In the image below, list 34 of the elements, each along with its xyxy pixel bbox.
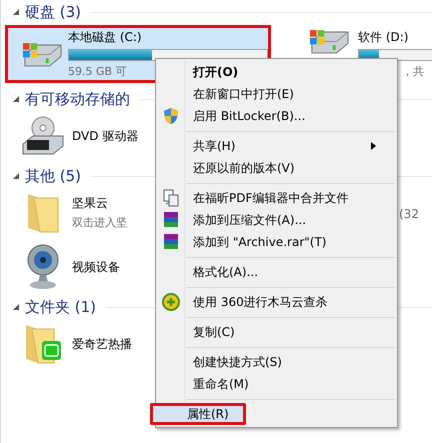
menu-item[interactable]: 属性(R) bbox=[150, 403, 246, 425]
hard-drive-icon bbox=[22, 42, 62, 66]
group-header: 硬盘 (3) bbox=[25, 2, 82, 23]
menu-item[interactable]: 使用 360进行木马云查杀 bbox=[158, 291, 395, 313]
item-name: 本地磁盘 (C:) bbox=[68, 28, 142, 46]
collapse-triangle-icon[interactable] bbox=[13, 304, 19, 310]
item-info: 59.5 GB 可 bbox=[68, 64, 127, 80]
menu-item[interactable]: 重命名(M) bbox=[158, 373, 395, 395]
group-header: 有可移动存储的 bbox=[25, 88, 130, 110]
archive-books-icon bbox=[163, 233, 179, 251]
plus-circle-icon bbox=[162, 293, 180, 311]
item-name: 视频设备 bbox=[72, 259, 120, 276]
item-name: 坚果云 bbox=[72, 195, 108, 212]
hard-drive-icon bbox=[309, 29, 349, 54]
item-info: (32 bbox=[399, 206, 419, 223]
shield-icon bbox=[163, 107, 179, 125]
item-info: ，共 bbox=[402, 64, 424, 80]
collapse-triangle-icon[interactable] bbox=[13, 96, 19, 102]
item-info: 双击进入坚 bbox=[72, 215, 127, 232]
group-header: 文件夹 (1) bbox=[25, 296, 96, 318]
item-name: 软件 (D:) bbox=[358, 28, 408, 46]
group-header: 其他 (5) bbox=[25, 166, 82, 187]
dvd-drive-icon bbox=[21, 116, 65, 156]
item-name: 爱奇艺热播 bbox=[72, 336, 132, 353]
folder-with-app-badge-icon bbox=[24, 323, 62, 365]
webcam-icon bbox=[26, 244, 60, 290]
collapse-triangle-icon[interactable] bbox=[13, 173, 19, 179]
collapse-triangle-icon[interactable] bbox=[13, 9, 19, 15]
archive-books-icon bbox=[163, 211, 179, 229]
folder-icon bbox=[26, 192, 60, 234]
document-merge-icon bbox=[163, 189, 179, 207]
menu-item[interactable]: 在新窗口中打开(E) bbox=[158, 83, 395, 105]
menu-item[interactable]: 还原以前的版本(V) bbox=[158, 157, 395, 179]
item-name: DVD 驱动器 bbox=[72, 128, 138, 145]
